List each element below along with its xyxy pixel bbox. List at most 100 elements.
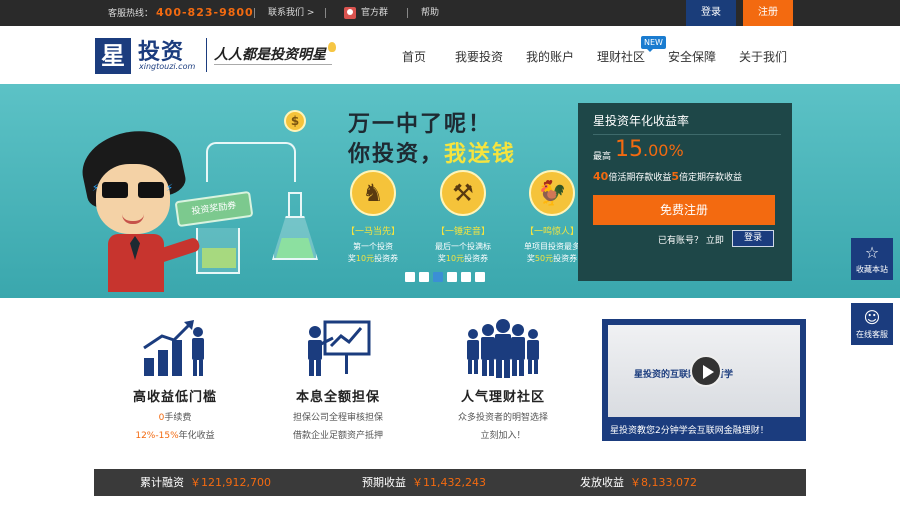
official-group-label: 官方群 bbox=[361, 8, 389, 18]
promo-desc: 最后一个投满标 奖10元投资券 bbox=[423, 241, 503, 265]
promo-title: 【一锤定音】 bbox=[435, 227, 490, 237]
feature-highlight: 12%-15% bbox=[135, 431, 179, 441]
headline-highlight: 我送钱 bbox=[444, 142, 517, 167]
top-login-button[interactable]: 登录 bbox=[686, 0, 736, 26]
promo-item: ♞ 【一马当先】 第一个投资 奖10元投资券 bbox=[333, 170, 413, 265]
slogan: 人人都是投资明星 bbox=[214, 47, 326, 63]
support-agent-icon: ☺ bbox=[863, 308, 881, 327]
carousel-dot[interactable] bbox=[447, 272, 457, 282]
growth-chart-icon bbox=[140, 318, 210, 378]
video-title[interactable]: 星投资教您2分钟学会互联网金融理财！ bbox=[610, 423, 769, 436]
contact-link[interactable]: 联系我们 > bbox=[268, 0, 314, 26]
stat-label: 发放收益 bbox=[580, 476, 624, 489]
presentation-icon bbox=[303, 318, 373, 378]
bookmark-button[interactable]: ☆ 收藏本站 bbox=[851, 238, 893, 280]
divider bbox=[593, 134, 781, 135]
desc-2: 倍定期存款收益 bbox=[678, 173, 742, 183]
reward-prefix: 奖 bbox=[526, 254, 535, 263]
lightbulb-icon bbox=[328, 42, 336, 52]
online-service-button[interactable]: ☺ 在线客服 bbox=[851, 303, 893, 345]
stat-value: ￥121,912,700 bbox=[190, 476, 271, 489]
feature-text: 手续费 bbox=[164, 413, 192, 423]
bookmark-label: 收藏本站 bbox=[856, 265, 888, 274]
feature-line: 众多投资者的明智选择 bbox=[457, 413, 548, 423]
nav-about[interactable]: 关于我们 bbox=[739, 26, 787, 84]
stat-total-financing: 累计融资 ￥121,912,700 bbox=[140, 469, 271, 496]
header: 星 投资 xingtouzi.com 人人都是投资明星 首页 我要投资 我的账户… bbox=[0, 26, 900, 84]
feature-text: 年化收益 bbox=[178, 431, 215, 441]
video-screen[interactable]: 星投资的互联网投资哲学 bbox=[608, 325, 800, 417]
carousel-dot[interactable] bbox=[419, 272, 429, 282]
help-link[interactable]: 帮助 bbox=[421, 0, 439, 26]
divider bbox=[325, 8, 326, 18]
reward-prefix: 奖 bbox=[347, 254, 356, 263]
rate-int: 15 bbox=[615, 137, 643, 162]
reward-amount: 10元 bbox=[445, 254, 465, 263]
top-register-button[interactable]: 注册 bbox=[743, 0, 793, 26]
rate-value: 15.00% bbox=[615, 137, 684, 162]
nav-security[interactable]: 安全保障 bbox=[668, 26, 716, 84]
free-register-button[interactable]: 免费注册 bbox=[593, 195, 775, 225]
slogan-underline bbox=[214, 64, 332, 65]
intro-video[interactable]: 星投资的互联网投资哲学 星投资教您2分钟学会互联网金融理财！ bbox=[602, 319, 806, 441]
new-badge: NEW bbox=[641, 36, 666, 52]
promo-desc-line: 第一个投资 bbox=[353, 242, 393, 251]
carousel-dot-active[interactable] bbox=[433, 272, 443, 282]
dollar-coin-icon: $ bbox=[284, 110, 306, 132]
promo-title: 【一马当先】 bbox=[345, 227, 400, 237]
rate-label: 最高 bbox=[593, 152, 612, 162]
promo-reward: 奖10元投资券 bbox=[423, 253, 503, 265]
nav-invest[interactable]: 我要投资 bbox=[455, 26, 503, 84]
star-icon: ☆ bbox=[864, 243, 880, 262]
rooster-icon: 🐓 bbox=[529, 170, 575, 216]
stat-value: ￥8,133,072 bbox=[630, 476, 697, 489]
nav-account[interactable]: 我的账户 bbox=[526, 26, 574, 84]
promo-item: ⚒ 【一锤定音】 最后一个投满标 奖10元投资券 bbox=[423, 170, 503, 265]
nav-home[interactable]: 首页 bbox=[402, 26, 426, 84]
logo-divider bbox=[206, 38, 207, 72]
feature-title: 人气理财社区 bbox=[460, 390, 545, 405]
feature-community: 人气理财社区 众多投资者的明智选择 立刻加入！ bbox=[418, 318, 588, 441]
reward-suffix: 投资券 bbox=[553, 254, 578, 263]
hotline: 客服热线： 400-823-9800 bbox=[108, 0, 254, 26]
carousel-dot[interactable] bbox=[405, 272, 415, 282]
beaker-icon bbox=[196, 228, 240, 274]
hammer-icon: ⚒ bbox=[440, 170, 486, 216]
stat-expected-income: 预期收益 ￥11,432,243 bbox=[362, 469, 486, 496]
rate-dec: .00% bbox=[643, 141, 684, 160]
feature-line: 12%-15%年化收益 bbox=[90, 428, 260, 441]
feature-line: 立刻加入！ bbox=[480, 431, 526, 441]
feature-high-yield: 高收益低门槛 0手续费 12%-15%年化收益 bbox=[90, 318, 260, 441]
promo-reward: 奖10元投资券 bbox=[333, 253, 413, 265]
feature-title: 高收益低门槛 bbox=[132, 390, 217, 405]
hotline-number: 400-823-9800 bbox=[156, 6, 254, 19]
multiple-1: 40 bbox=[593, 170, 609, 183]
crowd-icon bbox=[461, 318, 545, 378]
group-icon bbox=[344, 6, 356, 19]
panel-login-button[interactable]: 登录 bbox=[732, 230, 774, 247]
flask-icon bbox=[272, 192, 318, 262]
stat-label: 预期收益 bbox=[362, 476, 406, 489]
feature-guarantee: 本息全额担保 担保公司全程审核担保 借款企业足额资产抵押 bbox=[253, 318, 423, 441]
service-label: 在线客服 bbox=[856, 330, 888, 339]
promo-desc: 第一个投资 奖10元投资券 bbox=[333, 241, 413, 265]
feature-line: 借款企业足额资产抵押 bbox=[292, 431, 383, 441]
stat-label: 累计融资 bbox=[140, 476, 184, 489]
promo-desc-line: 最后一个投满标 bbox=[435, 242, 491, 251]
voucher-card: 投资奖励券 bbox=[174, 190, 254, 228]
play-icon[interactable] bbox=[690, 355, 722, 387]
test-tube-icon bbox=[206, 142, 296, 182]
sunglasses-icon: ⚡ ⚡ bbox=[92, 182, 173, 200]
official-group-link[interactable]: 官方群 bbox=[344, 0, 388, 26]
carousel-dot[interactable] bbox=[475, 272, 485, 282]
nav-community[interactable]: 理财社区 bbox=[597, 26, 645, 84]
logo-mark[interactable]: 星 bbox=[95, 38, 131, 74]
banner-headline-2: 你投资，我送钱 bbox=[348, 136, 516, 168]
carousel-dot[interactable] bbox=[461, 272, 471, 282]
have-account-text: 已有账号？ 立即 bbox=[658, 236, 724, 246]
reward-amount: 10元 bbox=[355, 254, 375, 263]
hotline-label: 客服热线： bbox=[108, 9, 154, 19]
headline-prefix: 你投资， bbox=[348, 142, 445, 167]
feature-title: 本息全额担保 bbox=[295, 390, 380, 405]
reward-suffix: 投资券 bbox=[374, 254, 399, 263]
